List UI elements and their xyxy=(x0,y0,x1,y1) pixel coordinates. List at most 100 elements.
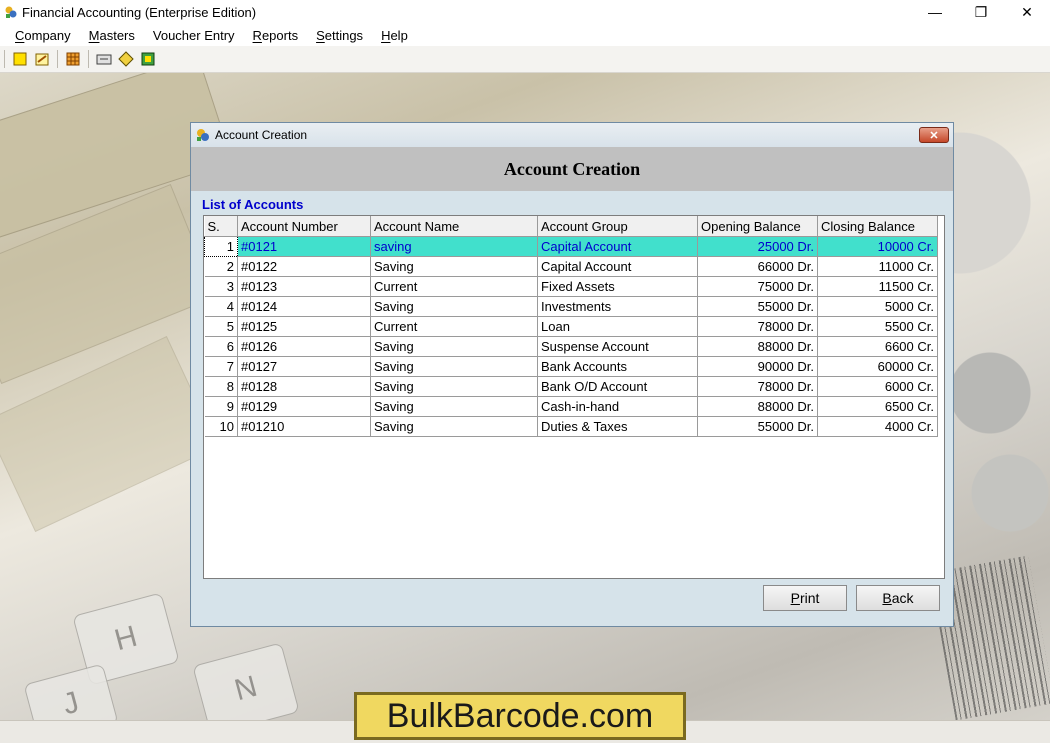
cell-account-group: Suspense Account xyxy=(537,336,698,357)
column-header-account-number[interactable]: Account Number xyxy=(237,216,371,237)
cell-opening-balance: 90000 Dr. xyxy=(697,356,818,377)
cell-account-name: Current xyxy=(370,276,538,297)
column-header-account-name[interactable]: Account Name xyxy=(370,216,538,237)
table-row[interactable]: 10 #01210 Saving Duties & Taxes 55000 Dr… xyxy=(204,416,938,437)
cell-account-name: Saving xyxy=(370,396,538,417)
dialog-titlebar: Account Creation ✕ xyxy=(191,123,953,147)
menu-bar: Company Masters Voucher Entry Reports Se… xyxy=(0,24,1050,46)
column-header-opening-balance[interactable]: Opening Balance xyxy=(697,216,818,237)
cell-account-number: #01210 xyxy=(237,416,371,437)
cell-closing-balance: 60000 Cr. xyxy=(817,356,938,377)
cell-sno: 4 xyxy=(204,296,238,317)
cell-account-number: #0127 xyxy=(237,356,371,377)
open-company-icon[interactable] xyxy=(33,50,51,68)
toolbar xyxy=(0,46,1050,73)
toolbar-separator xyxy=(57,50,58,68)
export-icon[interactable] xyxy=(139,50,157,68)
cell-account-group: Bank Accounts xyxy=(537,356,698,377)
cell-opening-balance: 55000 Dr. xyxy=(697,416,818,437)
cell-opening-balance: 88000 Dr. xyxy=(697,396,818,417)
cell-account-name: Saving xyxy=(370,336,538,357)
cell-account-group: Capital Account xyxy=(537,236,698,257)
back-button[interactable]: Back xyxy=(856,585,940,611)
column-header-account-group[interactable]: Account Group xyxy=(537,216,698,237)
cell-closing-balance: 5000 Cr. xyxy=(817,296,938,317)
ledger-icon[interactable] xyxy=(117,50,135,68)
watermark-logo: BulkBarcode.com xyxy=(354,692,686,740)
cell-closing-balance: 6500 Cr. xyxy=(817,396,938,417)
cell-account-name: Saving xyxy=(370,376,538,397)
table-row[interactable]: 8 #0128 Saving Bank O/D Account 78000 Dr… xyxy=(204,376,938,397)
minimize-button[interactable]: — xyxy=(912,0,958,24)
dialog-close-button[interactable]: ✕ xyxy=(919,127,949,143)
cell-account-name: Current xyxy=(370,316,538,337)
cell-closing-balance: 5500 Cr. xyxy=(817,316,938,337)
cell-account-number: #0126 xyxy=(237,336,371,357)
list-label: List of Accounts xyxy=(202,197,304,212)
cell-closing-balance: 10000 Cr. xyxy=(817,236,938,257)
menu-reports[interactable]: Reports xyxy=(244,28,308,43)
cell-opening-balance: 25000 Dr. xyxy=(697,236,818,257)
cell-opening-balance: 78000 Dr. xyxy=(697,376,818,397)
close-icon: ✕ xyxy=(929,129,939,142)
cell-sno: 6 xyxy=(204,336,238,357)
cell-closing-balance: 6600 Cr. xyxy=(817,336,938,357)
close-button[interactable]: ✕ xyxy=(1004,0,1050,24)
app-icon xyxy=(4,5,18,19)
cell-account-group: Duties & Taxes xyxy=(537,416,698,437)
keyboard-key-image: J xyxy=(23,663,119,720)
table-row[interactable]: 3 #0123 Current Fixed Assets 75000 Dr. 1… xyxy=(204,276,938,297)
calculator-icon[interactable] xyxy=(64,50,82,68)
dialog-title: Account Creation xyxy=(215,128,308,142)
cell-account-name: Saving xyxy=(370,296,538,317)
cell-account-group: Fixed Assets xyxy=(537,276,698,297)
cell-account-name: saving xyxy=(370,236,538,257)
menu-settings[interactable]: Settings xyxy=(307,28,372,43)
cell-account-name: Saving xyxy=(370,416,538,437)
menu-help[interactable]: Help xyxy=(372,28,417,43)
cell-account-number: #0125 xyxy=(237,316,371,337)
cell-opening-balance: 55000 Dr. xyxy=(697,296,818,317)
cell-sno: 2 xyxy=(204,256,238,277)
cell-sno: 1 xyxy=(204,236,238,257)
new-company-icon[interactable] xyxy=(11,50,29,68)
column-header-closing-balance[interactable]: Closing Balance xyxy=(817,216,938,237)
cell-opening-balance: 88000 Dr. xyxy=(697,336,818,357)
cell-closing-balance: 11000 Cr. xyxy=(817,256,938,277)
table-row[interactable]: 9 #0129 Saving Cash-in-hand 88000 Dr. 65… xyxy=(204,396,938,417)
menu-company[interactable]: Company xyxy=(6,28,80,43)
cell-account-number: #0122 xyxy=(237,256,371,277)
toolbar-separator xyxy=(88,50,89,68)
cell-account-number: #0121 xyxy=(237,236,371,257)
voucher-icon[interactable] xyxy=(95,50,113,68)
cell-account-group: Bank O/D Account xyxy=(537,376,698,397)
print-button[interactable]: Print xyxy=(763,585,847,611)
table-row[interactable]: 6 #0126 Saving Suspense Account 88000 Dr… xyxy=(204,336,938,357)
table-row[interactable]: 7 #0127 Saving Bank Accounts 90000 Dr. 6… xyxy=(204,356,938,377)
table-row[interactable]: 4 #0124 Saving Investments 55000 Dr. 500… xyxy=(204,296,938,317)
table-row[interactable]: 1 #0121 saving Capital Account 25000 Dr.… xyxy=(204,236,938,257)
cell-account-number: #0128 xyxy=(237,376,371,397)
menu-masters[interactable]: Masters xyxy=(80,28,144,43)
cell-account-number: #0123 xyxy=(237,276,371,297)
accounts-table: S. Account Number Account Name Account G… xyxy=(204,216,938,437)
cell-closing-balance: 4000 Cr. xyxy=(817,416,938,437)
cell-opening-balance: 78000 Dr. xyxy=(697,316,818,337)
maximize-button[interactable]: ❐ xyxy=(958,0,1004,24)
keyboard-key-image: N xyxy=(192,642,300,720)
cell-sno: 5 xyxy=(204,316,238,337)
cell-sno: 8 xyxy=(204,376,238,397)
cell-account-name: Saving xyxy=(370,356,538,377)
table-header-row: S. Account Number Account Name Account G… xyxy=(204,216,938,237)
cell-opening-balance: 66000 Dr. xyxy=(697,256,818,277)
cell-opening-balance: 75000 Dr. xyxy=(697,276,818,297)
accounts-grid[interactable]: S. Account Number Account Name Account G… xyxy=(203,215,945,579)
menu-voucher-entry[interactable]: Voucher Entry xyxy=(144,28,244,43)
table-row[interactable]: 5 #0125 Current Loan 78000 Dr. 5500 Cr. xyxy=(204,316,938,337)
column-header-sno[interactable]: S. xyxy=(204,216,238,237)
dialog-heading: Account Creation xyxy=(191,147,953,191)
window-title: Financial Accounting (Enterprise Edition… xyxy=(22,4,257,20)
table-row[interactable]: 2 #0122 Saving Capital Account 66000 Dr.… xyxy=(204,256,938,277)
cell-account-number: #0124 xyxy=(237,296,371,317)
account-creation-dialog: Account Creation ✕ Account Creation List… xyxy=(190,122,954,627)
